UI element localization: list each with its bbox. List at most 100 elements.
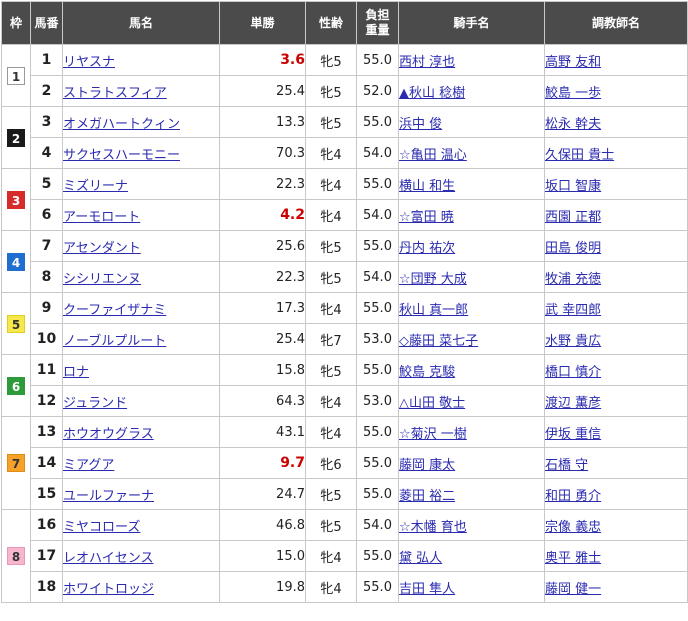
win-odds: 43.1 <box>219 416 306 448</box>
jockey-link[interactable]: △山田 敬士 <box>400 396 466 411</box>
trainer-link[interactable]: 水野 貴広 <box>546 334 602 349</box>
trainer-link[interactable]: 宗像 義忠 <box>546 520 602 535</box>
horse-name-link[interactable]: ストラトスフィア <box>64 86 167 101</box>
horse-name-link[interactable]: リヤスナ <box>64 55 116 70</box>
trainer-cell: 橋口 慎介 <box>544 354 688 386</box>
win-odds: 9.7 <box>219 447 306 479</box>
trainer-link[interactable]: 和田 勇介 <box>546 489 602 504</box>
horse-number: 16 <box>30 509 63 541</box>
trainer-link[interactable]: 久保田 貴士 <box>546 148 615 163</box>
jockey-link[interactable]: 菱田 裕二 <box>400 489 456 504</box>
carried-weight: 55.0 <box>356 540 399 572</box>
table-row: 17 レオハイセンス 15.0 牝4 55.0 黛 弘人 奥平 雅士 <box>2 540 688 572</box>
carried-weight: 54.0 <box>356 261 399 293</box>
trainer-link[interactable]: 藤岡 健一 <box>546 582 602 597</box>
win-odds: 25.6 <box>219 230 306 262</box>
jockey-cell: 鮫島 克駿 <box>398 354 545 386</box>
table-row: 18 ホワイトロッジ 19.8 牝4 55.0 吉田 隼人 藤岡 健一 <box>2 571 688 603</box>
sex-age: 牝5 <box>305 354 357 386</box>
jockey-link[interactable]: 丹内 祐次 <box>400 241 456 256</box>
horse-name-link[interactable]: アーモロート <box>64 210 141 225</box>
trainer-link[interactable]: 渡辺 薫彦 <box>546 396 602 411</box>
table-row: 10 ノーブルプルート 25.4 牝7 53.0 ◇藤田 菜七子 水野 貴広 <box>2 323 688 355</box>
trainer-link[interactable]: 武 幸四郎 <box>546 303 602 318</box>
win-odds: 25.4 <box>219 323 306 355</box>
horse-name-link[interactable]: オメガハートクィン <box>64 117 181 132</box>
win-odds: 25.4 <box>219 75 306 107</box>
horse-name-link[interactable]: サクセスハーモニー <box>64 148 181 163</box>
horse-name-link[interactable]: ジュランド <box>64 396 128 411</box>
horse-number: 3 <box>30 106 63 138</box>
sex-age: 牝4 <box>305 199 357 231</box>
sex-age: 牝5 <box>305 44 357 76</box>
horse-name-cell: ホウオウグラス <box>62 416 220 448</box>
horse-name-cell: ミアグア <box>62 447 220 479</box>
horse-number: 14 <box>30 447 63 479</box>
table-row: 5 9 クーファイザナミ 17.3 牝4 55.0 秋山 真一郎 武 幸四郎 <box>1 292 688 355</box>
trainer-link[interactable]: 橋口 慎介 <box>546 365 602 380</box>
jockey-link[interactable]: 秋山 真一郎 <box>400 303 469 318</box>
jockey-link[interactable]: 吉田 隼人 <box>400 582 456 597</box>
trainer-link[interactable]: 坂口 智康 <box>546 179 602 194</box>
horse-number: 6 <box>30 199 63 231</box>
jockey-link[interactable]: ☆富田 暁 <box>400 210 454 225</box>
header-umaban: 馬番 <box>30 1 63 45</box>
horse-number: 15 <box>30 478 63 510</box>
jockey-link[interactable]: ☆木幡 育也 <box>400 520 467 535</box>
race-entry-table: 枠 馬番 馬名 単勝 性齢 負担 重量 騎手名 調教師名 1 1 リヤスナ 3.6 牝5 5… <box>1 1 688 603</box>
trainer-cell: 伊坂 重信 <box>544 416 688 448</box>
header-horse-name: 馬名 <box>62 1 220 45</box>
win-odds: 15.0 <box>219 540 306 572</box>
jockey-link[interactable]: ◇藤田 菜七子 <box>400 334 479 349</box>
horse-name-cell: シシリエンヌ <box>62 261 220 293</box>
jockey-link[interactable]: ☆菊沢 一樹 <box>400 427 467 442</box>
jockey-link[interactable]: 横山 和生 <box>400 179 456 194</box>
horse-name-link[interactable]: レオハイセンス <box>64 551 154 566</box>
jockey-link[interactable]: 浜中 俊 <box>400 117 443 132</box>
trainer-link[interactable]: 高野 友和 <box>546 55 602 70</box>
horse-name-link[interactable]: ホワイトロッジ <box>64 582 155 597</box>
trainer-link[interactable]: 西園 正都 <box>546 210 602 225</box>
sex-age: 牝4 <box>305 137 357 169</box>
horse-name-link[interactable]: ノーブルプルート <box>64 334 167 349</box>
sex-age: 牝4 <box>305 540 357 572</box>
jockey-link[interactable]: 鮫島 克駿 <box>400 365 456 380</box>
sex-age: 牝5 <box>305 261 357 293</box>
trainer-link[interactable]: 石橋 守 <box>546 458 589 473</box>
trainer-link[interactable]: 松永 幹夫 <box>546 117 602 132</box>
horse-name-link[interactable]: クーファイザナミ <box>64 303 167 318</box>
horse-name-link[interactable]: ミヤコローズ <box>64 520 141 535</box>
horse-name-link[interactable]: ミズリーナ <box>64 179 129 194</box>
horse-name-cell: リヤスナ <box>62 44 220 76</box>
jockey-link[interactable]: ☆団野 大成 <box>400 272 467 287</box>
trainer-cell: 西園 正都 <box>544 199 688 231</box>
horse-name-link[interactable]: ホウオウグラス <box>64 427 154 442</box>
trainer-link[interactable]: 鮫島 一歩 <box>546 86 602 101</box>
horse-name-link[interactable]: シシリエンヌ <box>64 272 142 287</box>
trainer-link[interactable]: 田島 俊明 <box>546 241 602 256</box>
jockey-link[interactable]: 西村 淳也 <box>400 55 456 70</box>
header-weight: 負担 重量 <box>356 1 399 45</box>
carried-weight: 54.0 <box>356 199 399 231</box>
jockey-link[interactable]: ☆亀田 温心 <box>400 148 467 163</box>
trainer-cell: 鮫島 一歩 <box>544 75 688 107</box>
sex-age: 牝5 <box>305 230 357 262</box>
horse-number: 17 <box>30 540 63 572</box>
jockey-cell: 丹内 祐次 <box>398 230 545 262</box>
horse-name-cell: ロナ <box>62 354 220 386</box>
horse-name-link[interactable]: ロナ <box>64 365 90 380</box>
jockey-link[interactable]: 藤岡 康太 <box>400 458 456 473</box>
trainer-cell: 松永 幹夫 <box>544 106 688 138</box>
horse-name-link[interactable]: ミアグア <box>64 458 115 473</box>
trainer-link[interactable]: 牧浦 充徳 <box>546 272 602 287</box>
waku-number-badge: 3 <box>7 190 25 209</box>
jockey-link[interactable]: 黛 弘人 <box>400 551 443 566</box>
jockey-link[interactable]: ▲秋山 稔樹 <box>400 86 466 101</box>
trainer-link[interactable]: 伊坂 重信 <box>546 427 602 442</box>
horse-name-link[interactable]: ユールファーナ <box>64 489 155 504</box>
carried-weight: 55.0 <box>356 447 399 479</box>
carried-weight: 53.0 <box>356 323 399 355</box>
horse-name-cell: ノーブルプルート <box>62 323 220 355</box>
trainer-link[interactable]: 奥平 雅士 <box>546 551 602 566</box>
horse-name-link[interactable]: アセンダント <box>64 241 141 256</box>
